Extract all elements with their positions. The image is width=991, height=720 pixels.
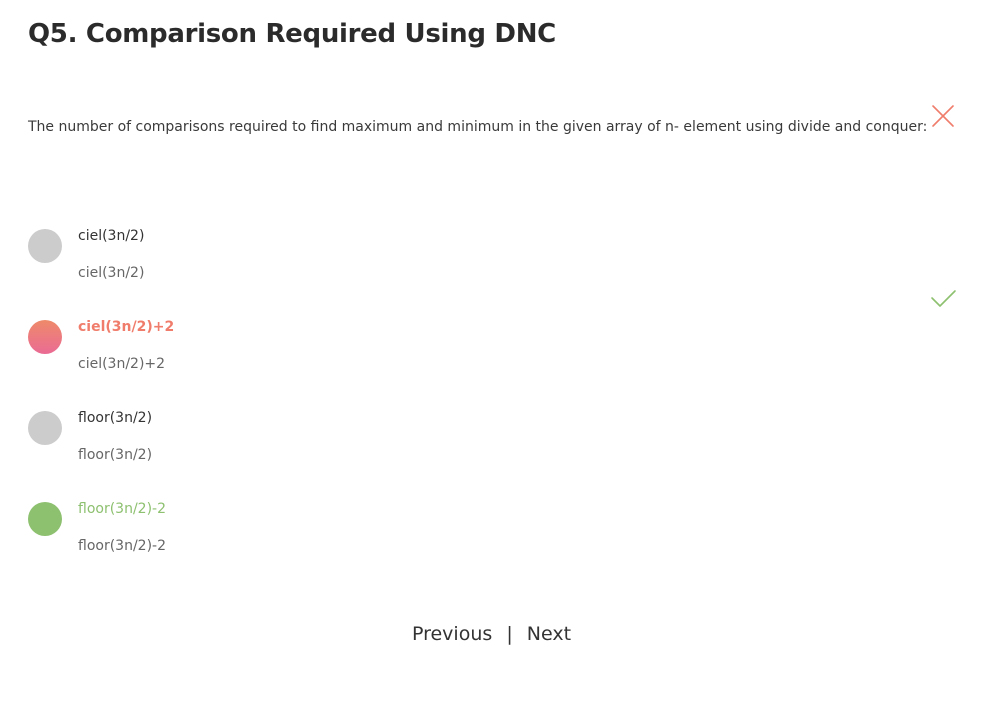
option-radio[interactable]	[28, 411, 62, 445]
option-label: ciel(3n/2)	[78, 228, 145, 244]
option-radio-correct[interactable]	[28, 502, 62, 536]
question-title: Q5. Comparison Required Using DNC	[28, 19, 556, 49]
option-description: floor(3n/2)-2	[78, 538, 166, 554]
option-3[interactable]: floor(3n/2) floor(3n/2)	[0, 404, 991, 495]
option-description: ciel(3n/2)+2	[78, 356, 166, 372]
option-4[interactable]: floor(3n/2)-2 floor(3n/2)-2	[0, 495, 991, 586]
option-radio[interactable]	[28, 229, 62, 263]
option-2[interactable]: ciel(3n/2)+2 ciel(3n/2)+2	[0, 313, 991, 404]
options-list: ciel(3n/2) ciel(3n/2) ciel(3n/2)+2 ciel(…	[0, 222, 991, 586]
option-description: ciel(3n/2)	[78, 265, 145, 281]
question-text: The number of comparisons required to fi…	[28, 119, 928, 135]
option-label: floor(3n/2)-2	[78, 501, 166, 517]
option-radio-selected-wrong[interactable]	[28, 320, 62, 354]
next-link[interactable]: Next	[527, 623, 571, 645]
nav-separator: |	[506, 623, 513, 645]
close-icon	[932, 105, 954, 127]
check-icon	[931, 290, 956, 307]
option-label: ciel(3n/2)+2	[78, 319, 175, 335]
option-label: floor(3n/2)	[78, 410, 153, 426]
option-1[interactable]: ciel(3n/2) ciel(3n/2)	[0, 222, 991, 313]
previous-link[interactable]: Previous	[412, 623, 492, 645]
question-navigation: Previous | Next	[0, 620, 983, 648]
option-description: floor(3n/2)	[78, 447, 153, 463]
